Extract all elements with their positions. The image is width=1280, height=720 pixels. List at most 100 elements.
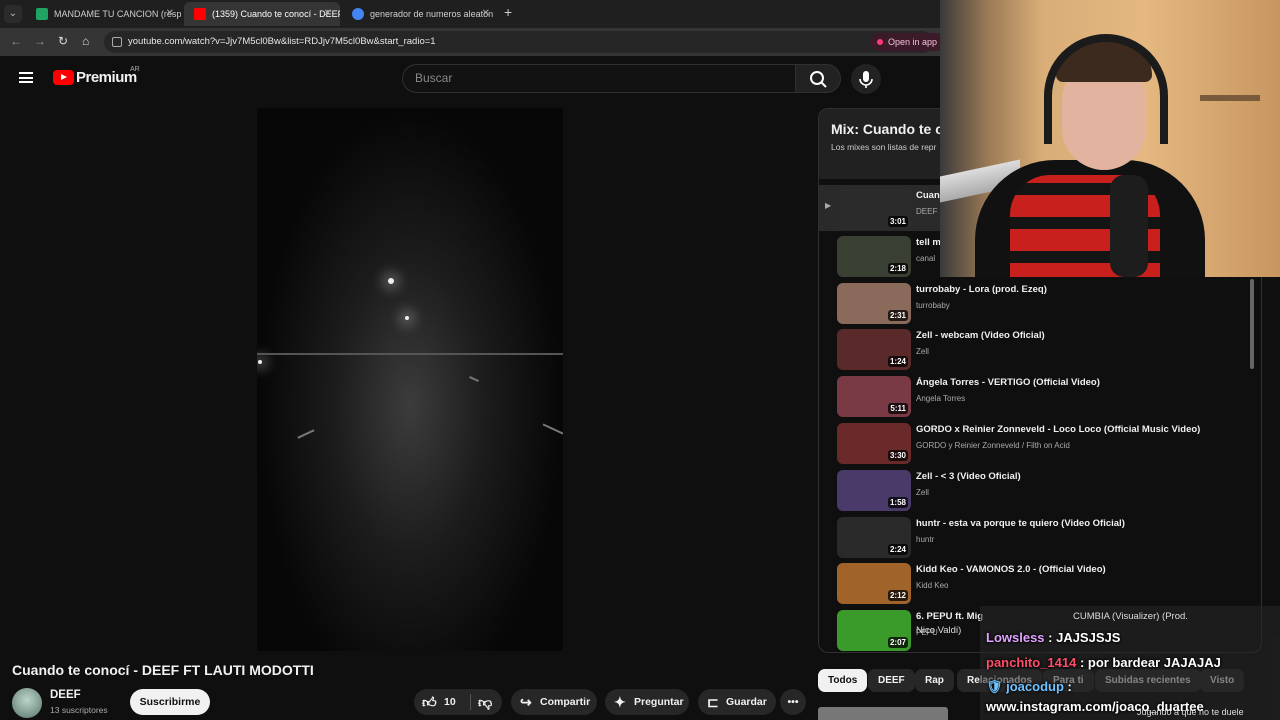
video-player[interactable] (257, 108, 563, 651)
playlist-item-title[interactable]: huntr - esta va porque te quiero (Video … (916, 518, 1246, 529)
video-duration: 3:30 (887, 450, 908, 461)
youtube-icon (194, 8, 206, 20)
street-light (388, 278, 394, 284)
playlist-item-channel[interactable]: GORDO y Reinier Zonneveld / Filth on Aci… (916, 441, 1070, 450)
street-light (405, 316, 409, 320)
video-duration: 1:58 (887, 496, 908, 508)
tab-title: MANDAME TU CANCION (resp (54, 9, 182, 19)
bookmark-icon: ⊏ (707, 694, 719, 710)
reload-icon[interactable]: ↻ (58, 34, 68, 48)
close-tab-icon[interactable]: ✕ (324, 2, 332, 26)
video-thumbnail[interactable]: 2:18 (837, 235, 911, 277)
playlist-item[interactable]: 2:12 Kidd Keo - VAMONOS 2.0 - (Official V… (819, 559, 1249, 605)
playlist-item[interactable]: 1:24 Zell - webcam (Video Oficial) Zell (819, 325, 1249, 371)
video-duration: 5:11 (888, 403, 908, 415)
video-duration: 1:24 (887, 356, 908, 368)
more-actions-button[interactable]: ••• (780, 689, 806, 715)
open-in-app-button[interactable]: Open in app (870, 33, 946, 51)
channel-avatar[interactable] (12, 688, 42, 718)
ask-button[interactable]: ✦ Preguntar (605, 689, 689, 715)
tab-youtube[interactable]: (1359) Cuando te conocí - DEEF ✕ (184, 2, 340, 26)
video-thumbnail[interactable]: 1:24 (837, 329, 911, 371)
playlist-item-title[interactable]: GORDO x Reinier Zonneveld - Loco Loco (O… (916, 424, 1246, 435)
chat-text: : JAJSJSJS (1044, 630, 1121, 645)
url-field[interactable]: youtube.com/watch?v=Jjv7M5cl0Bw&list=RDJ… (104, 31, 934, 53)
playlist-item[interactable]: 1:58 Zell - < 3 (Video Oficial) Zell (819, 466, 1249, 512)
search-icon (810, 71, 827, 88)
chat-message: panchito_1414 : por bardear JAJAJAJ (986, 655, 1221, 670)
filter-chip[interactable]: Todos (818, 669, 868, 692)
share-button[interactable]: ↪ Compartir (511, 689, 597, 715)
video-thumbnail[interactable]: 2:24 (837, 516, 911, 558)
video-title: Cuando te conocí - DEEF FT LAUTI MODOTTI (12, 662, 314, 678)
playlist-item-channel[interactable]: canal (916, 254, 935, 263)
tab-mandame[interactable]: MANDAME TU CANCION (resp ✕ (26, 2, 182, 26)
playlist-scrollbar[interactable] (1250, 279, 1254, 369)
menu-icon[interactable] (19, 72, 33, 83)
share-icon: ↪ (520, 694, 532, 710)
chat-faint-text: Jugando a que no te duele (1137, 707, 1244, 717)
playlist-item[interactable]: 2:24 huntr - esta va porque te quiero (Vi… (819, 513, 1249, 559)
filter-chip[interactable]: DEEF (868, 669, 915, 692)
filter-chip[interactable]: Rap (915, 669, 954, 692)
chat-text: : (1063, 679, 1072, 694)
chat-username: panchito_1414 (986, 655, 1077, 670)
video-thumbnail[interactable]: 1:58 (837, 469, 911, 511)
related-video-thumbnail[interactable] (818, 707, 948, 720)
dislike-icon[interactable]: 👎︎ (478, 689, 492, 715)
sparkle-icon: ✦ (614, 694, 626, 710)
site-info-icon[interactable] (112, 37, 122, 47)
playlist-item-title[interactable]: Kidd Keo - VAMONOS 2.0 - (Official Video… (916, 564, 1246, 575)
search-input[interactable]: Buscar (402, 64, 796, 93)
chat-faint-text: CUMBIA (Visualizer) (Prod. (1073, 611, 1188, 622)
sheets-icon (36, 8, 48, 20)
chat-message: Lowsless : JAJSJSJS (986, 630, 1120, 645)
playlist-item-channel[interactable]: turrobaby (916, 301, 950, 310)
playlist-item-channel[interactable]: huntr (916, 535, 934, 544)
lane-mark (469, 375, 479, 383)
video-duration: 2:24 (887, 543, 908, 555)
streamer-webcam (940, 0, 1280, 277)
playlist-item-channel[interactable]: Kidd Keo (916, 581, 948, 590)
forward-icon[interactable]: → (34, 34, 46, 48)
channel-name[interactable]: DEEF (50, 689, 81, 701)
subscribe-button[interactable]: Suscribirme (130, 689, 210, 715)
search-button[interactable] (795, 64, 841, 93)
tab-generador[interactable]: generador de numeros aleaton ✕ (342, 2, 498, 26)
video-thumbnail[interactable]: 2:07 (837, 610, 911, 652)
verified-icon: 🛡︎ (986, 679, 1007, 694)
back-icon[interactable]: ← (10, 34, 22, 48)
video-thumbnail[interactable]: 5:11 (837, 376, 911, 418)
playlist-item-title[interactable]: Zell - < 3 (Video Oficial) (916, 471, 1246, 482)
close-tab-icon[interactable]: ✕ (482, 2, 490, 26)
new-tab-button[interactable]: + (504, 4, 512, 20)
playlist-item-title[interactable]: turrobaby - Lora (prod. Ezeq) (916, 284, 1246, 295)
playlist-item-channel[interactable]: DEEF (916, 207, 937, 216)
youtube-premium-logo[interactable]: Premium (76, 69, 137, 86)
video-thumbnail[interactable]: 2:31 (837, 282, 911, 324)
country-code: AR (130, 66, 140, 73)
video-thumbnail[interactable]: 2:12 (837, 563, 911, 605)
like-icon[interactable]: 👍︎ (422, 689, 437, 715)
tab-search-button[interactable]: ⌄ (4, 5, 22, 23)
playlist-item-channel[interactable]: Zell (916, 488, 929, 497)
playlist-item-title[interactable]: Zell - webcam (Video Oficial) (916, 330, 1246, 341)
playlist-title[interactable]: Mix: Cuando te co (831, 121, 952, 137)
voice-search-button[interactable] (851, 64, 881, 94)
playlist-item-channel[interactable]: Zell (916, 347, 929, 356)
studio-microphone (1110, 175, 1148, 277)
video-duration: 2:18 (887, 262, 908, 274)
playlist-item[interactable]: 3:30 GORDO x Reinier Zonneveld - Loco Loc… (819, 419, 1249, 465)
save-button[interactable]: ⊏ Guardar (698, 689, 776, 715)
playlist-item-channel[interactable]: Angela Torres (916, 394, 965, 403)
home-icon[interactable]: ⌂ (82, 34, 89, 48)
playlist-item-title[interactable]: Ángela Torres - VERTIGO (Official Video) (916, 377, 1246, 388)
video-thumbnail[interactable]: 3:30 (837, 423, 911, 464)
share-label: Compartir (540, 696, 591, 708)
ask-label: Preguntar (634, 696, 684, 708)
youtube-logo-icon[interactable] (53, 70, 74, 85)
video-thumbnail[interactable]: 3:01 (837, 189, 911, 230)
playlist-item[interactable]: 5:11 Ángela Torres - VERTIGO (Official Vi… (819, 372, 1249, 418)
close-tab-icon[interactable]: ✕ (166, 2, 174, 26)
playlist-item[interactable]: 2:31 turrobaby - Lora (prod. Ezeq) turroba… (819, 279, 1249, 325)
